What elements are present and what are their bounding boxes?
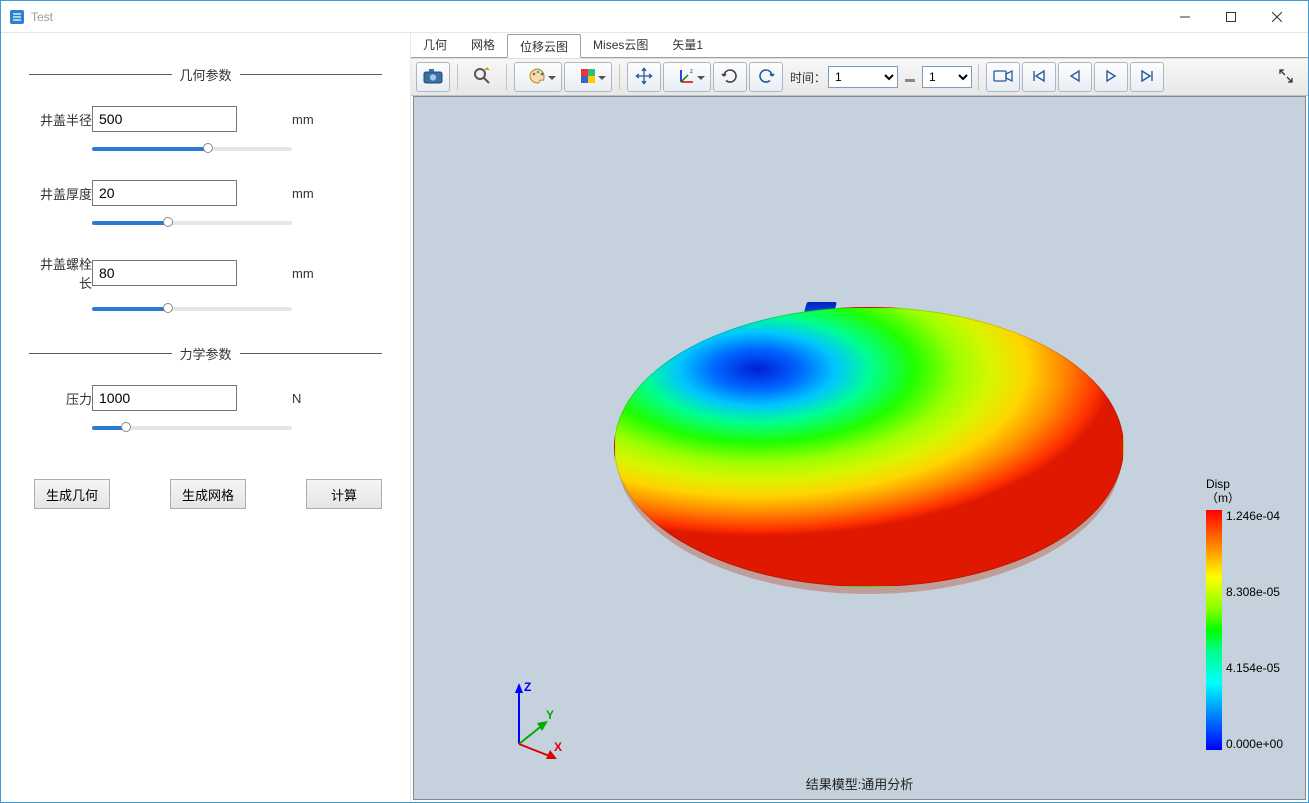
viewport-toolbar: z 时间： 1 1 bbox=[411, 58, 1308, 96]
expand-button[interactable] bbox=[1269, 62, 1303, 92]
radius-unit: mm bbox=[292, 112, 314, 127]
viewport-footer-label: 结果模型:通用分析 bbox=[806, 774, 914, 793]
legend-tick-min: 0.000e+00 bbox=[1226, 738, 1283, 750]
result-tabs: 几何 网格 位移云图 Mises云图 矢量1 bbox=[411, 33, 1308, 58]
tab-displacement[interactable]: 位移云图 bbox=[507, 34, 581, 58]
bolt-length-input[interactable] bbox=[92, 260, 237, 286]
play-button[interactable] bbox=[1094, 62, 1128, 92]
maximize-button[interactable] bbox=[1208, 2, 1254, 32]
play-reverse-icon bbox=[1068, 69, 1082, 86]
legend-title: Disp bbox=[1206, 477, 1283, 491]
result-viewport[interactable]: Z Y X Disp （m） 1.246e-04 8.308e-0 bbox=[413, 96, 1306, 800]
svg-text:z: z bbox=[690, 69, 693, 75]
tab-mises[interactable]: Mises云图 bbox=[581, 33, 660, 57]
bolt-length-label: 井盖螺栓长 bbox=[29, 254, 92, 292]
rotate-cw-button[interactable] bbox=[713, 62, 747, 92]
svg-text:X: X bbox=[554, 740, 562, 754]
bolt-length-slider[interactable] bbox=[92, 300, 292, 318]
pan-button[interactable] bbox=[627, 62, 661, 92]
tab-geometry[interactable]: 几何 bbox=[411, 33, 459, 57]
svg-text:Z: Z bbox=[524, 680, 531, 694]
step-combo[interactable]: 1 bbox=[922, 66, 972, 88]
record-button[interactable] bbox=[986, 62, 1020, 92]
time-combo[interactable]: 1 bbox=[828, 66, 898, 88]
thickness-slider[interactable] bbox=[92, 214, 292, 232]
color-legend: Disp （m） 1.246e-04 8.308e-05 4.154e-05 0… bbox=[1206, 477, 1283, 750]
minimize-button[interactable] bbox=[1162, 2, 1208, 32]
thickness-label: 井盖厚度 bbox=[29, 184, 92, 203]
pressure-unit: N bbox=[292, 391, 301, 406]
pressure-label: 压力 bbox=[29, 389, 92, 408]
bolt-length-unit: mm bbox=[292, 266, 314, 281]
axes-icon: z bbox=[678, 67, 696, 88]
play-icon bbox=[1104, 69, 1118, 86]
svg-text:Y: Y bbox=[546, 708, 554, 722]
rotate-cw-icon bbox=[721, 67, 739, 88]
generate-mesh-button[interactable]: 生成网格 bbox=[170, 479, 246, 509]
first-frame-button[interactable] bbox=[1022, 62, 1056, 92]
step-toggle[interactable] bbox=[899, 62, 921, 92]
skip-end-icon bbox=[1140, 69, 1154, 86]
cube-rainbow-icon bbox=[579, 67, 597, 88]
expand-icon bbox=[1279, 69, 1293, 86]
last-frame-button[interactable] bbox=[1130, 62, 1164, 92]
pressure-slider[interactable] bbox=[92, 419, 292, 437]
axis-triad: Z Y X bbox=[504, 679, 574, 759]
snapshot-button[interactable] bbox=[416, 62, 450, 92]
thickness-input[interactable] bbox=[92, 180, 237, 206]
video-camera-icon bbox=[993, 69, 1013, 86]
legend-colorbar bbox=[1206, 510, 1222, 750]
legend-tick-2: 8.308e-05 bbox=[1226, 586, 1283, 598]
parameter-panel: 几何参数 井盖半径 mm 井盖厚度 mm 井盖螺栓长 mm 力学参数 bbox=[1, 33, 411, 802]
rotate-ccw-icon bbox=[757, 67, 775, 88]
zoom-button[interactable] bbox=[465, 62, 499, 92]
radius-slider[interactable] bbox=[92, 140, 292, 158]
palette-dropdown[interactable] bbox=[514, 62, 562, 92]
group-mechanics-header: 力学参数 bbox=[29, 344, 382, 363]
legend-unit: （m） bbox=[1206, 491, 1283, 505]
tab-mesh[interactable]: 网格 bbox=[459, 33, 507, 57]
compute-button[interactable]: 计算 bbox=[306, 479, 382, 509]
group-geometry-header: 几何参数 bbox=[29, 65, 382, 84]
app-icon bbox=[9, 9, 25, 25]
rotate-ccw-button[interactable] bbox=[749, 62, 783, 92]
window-title: Test bbox=[31, 10, 1162, 24]
magnifier-icon bbox=[473, 67, 491, 88]
tab-vector1[interactable]: 矢量1 bbox=[660, 33, 715, 57]
thickness-unit: mm bbox=[292, 186, 314, 201]
title-bar: Test bbox=[1, 1, 1308, 33]
radius-input[interactable] bbox=[92, 106, 237, 132]
displacement-contour bbox=[614, 307, 1124, 587]
colormap-dropdown[interactable] bbox=[564, 62, 612, 92]
pressure-input[interactable] bbox=[92, 385, 237, 411]
close-button[interactable] bbox=[1254, 2, 1300, 32]
palette-icon bbox=[529, 68, 547, 87]
axis-view-dropdown[interactable]: z bbox=[663, 62, 711, 92]
generate-geometry-button[interactable]: 生成几何 bbox=[34, 479, 110, 509]
camera-icon bbox=[423, 68, 443, 87]
legend-tick-max: 1.246e-04 bbox=[1226, 510, 1283, 522]
legend-tick-1: 4.154e-05 bbox=[1226, 662, 1283, 674]
time-label: 时间： bbox=[790, 69, 826, 86]
skip-start-icon bbox=[1032, 69, 1046, 86]
radius-label: 井盖半径 bbox=[29, 110, 92, 129]
move-icon bbox=[635, 67, 653, 88]
prev-frame-button[interactable] bbox=[1058, 62, 1092, 92]
